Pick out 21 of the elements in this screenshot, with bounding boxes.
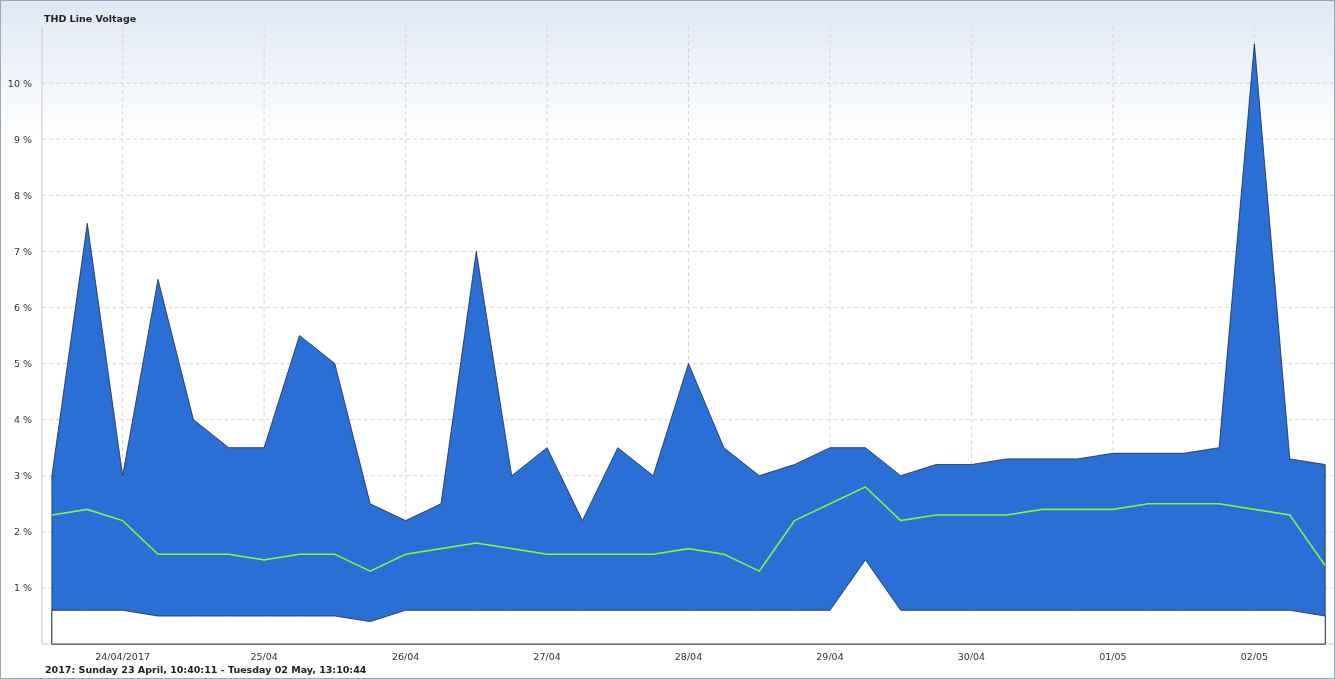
y-tick-label: 6 % [13, 301, 32, 313]
x-tick-label: 29/04 [816, 651, 844, 662]
x-tick-label: 02/05 [1240, 651, 1269, 662]
date-range-label: 2017: Sunday 23 April, 10:40:11 - Tuesday 02 May, 13:10:44 [45, 663, 367, 676]
x-tick-label: 28/04 [674, 651, 703, 662]
y-tick-label: 10 % [7, 77, 32, 89]
x-tick-label: 01/05 [1099, 651, 1127, 662]
x-tick-label: 30/04 [957, 651, 986, 662]
y-tick-label: 8 % [13, 189, 32, 201]
y-tick-label: 1 % [13, 582, 32, 594]
y-tick-label: 4 % [13, 414, 32, 426]
chart-title: THD Line Voltage [43, 12, 137, 26]
y-tick-label: 5 % [13, 358, 32, 370]
y-tick-label: 7 % [13, 245, 32, 257]
x-tick-label: 27/04 [533, 651, 561, 662]
y-tick-label: 9 % [13, 133, 32, 145]
x-tick-label: 25/04 [250, 651, 278, 662]
x-tick-label: 26/04 [391, 651, 420, 662]
y-tick-label: 3 % [13, 470, 32, 482]
x-tick-label: 24/04/2017 [95, 651, 150, 662]
y-tick-label: 2 % [13, 526, 32, 538]
